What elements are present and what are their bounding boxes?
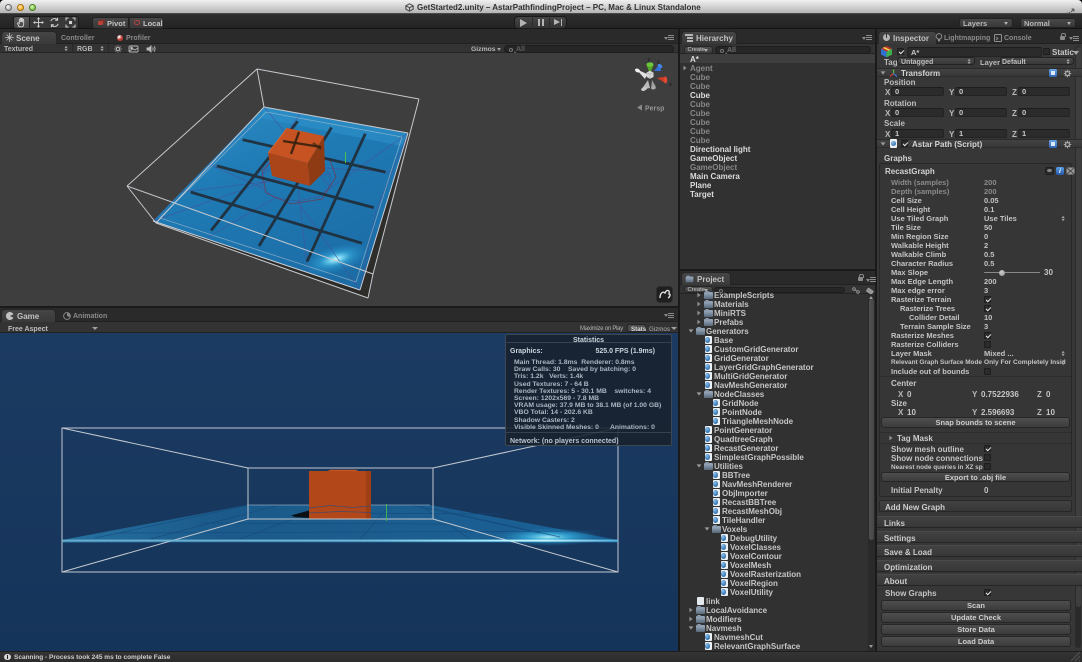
svg-text:Persp: Persp	[645, 106, 664, 113]
svg-text:z: z	[657, 60, 660, 66]
